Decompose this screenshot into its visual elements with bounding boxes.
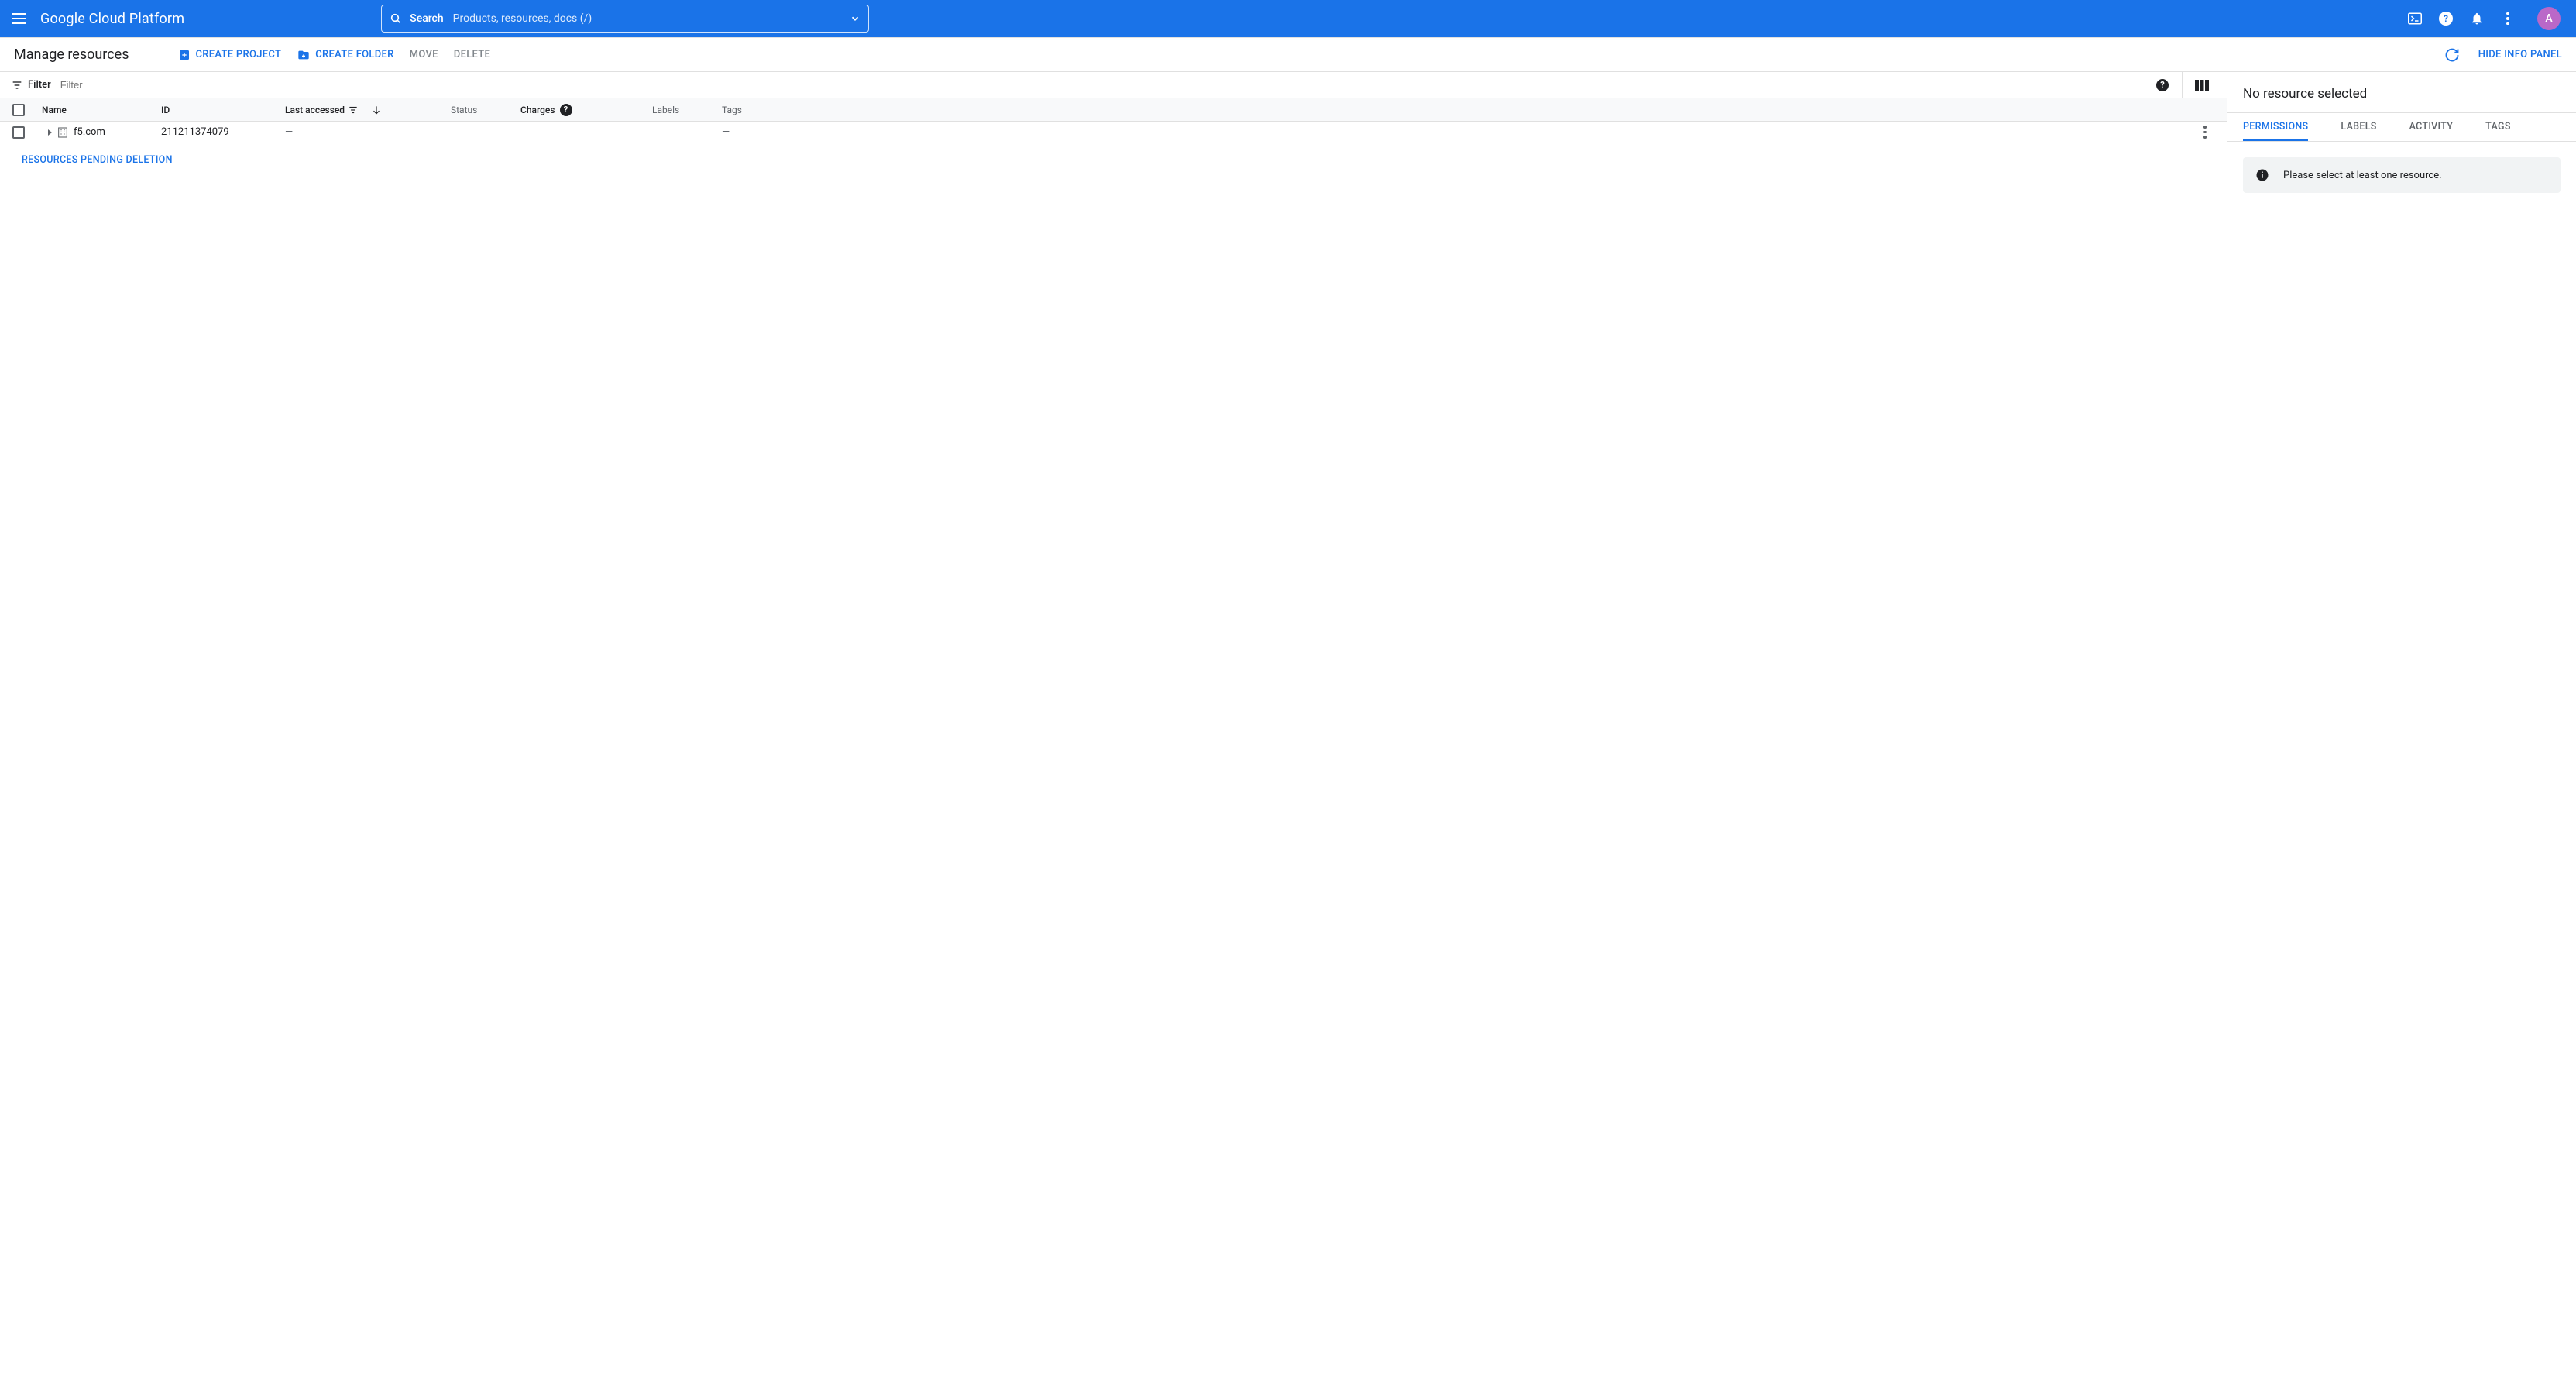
info-panel: No resource selected PERMISSIONS LABELS … <box>2227 72 2576 1378</box>
page-title: Manage resources <box>14 46 129 63</box>
info-icon <box>2255 168 2269 182</box>
tab-permissions[interactable]: PERMISSIONS <box>2243 113 2308 141</box>
search-placeholder: Products, resources, docs (/) <box>453 12 850 25</box>
column-header-name[interactable]: Name <box>42 105 161 115</box>
account-avatar[interactable]: A <box>2537 7 2561 30</box>
row-id: 211211374079 <box>161 126 285 138</box>
filter-text-input[interactable] <box>56 79 2143 91</box>
select-all-checkbox[interactable] <box>12 104 25 116</box>
column-header-id[interactable]: ID <box>161 105 285 115</box>
delete-label: DELETE <box>454 49 490 60</box>
search-icon <box>390 12 402 25</box>
product-logo-text[interactable]: Google Cloud Platform <box>40 11 184 27</box>
content-area: Filter ? Name ID Last accessed <box>0 72 2576 1378</box>
column-header-status[interactable]: Status <box>451 105 520 115</box>
column-header-last-accessed[interactable]: Last accessed <box>285 105 451 115</box>
table-header: Name ID Last accessed Status Charges ? L… <box>0 98 2227 122</box>
filter-label: Filter <box>28 79 51 91</box>
main-panel: Filter ? Name ID Last accessed <box>0 72 2227 1378</box>
search-input[interactable]: Search Products, resources, docs (/) <box>381 5 869 33</box>
info-panel-tabs: PERMISSIONS LABELS ACTIVITY TAGS <box>2227 113 2576 142</box>
search-container: Search Products, resources, docs (/) <box>381 5 869 33</box>
delete-button[interactable]: DELETE <box>446 49 498 60</box>
filter-bar: Filter ? <box>0 72 2227 98</box>
column-header-tags[interactable]: Tags <box>722 105 776 115</box>
col-last-accessed-label: Last accessed <box>285 105 345 115</box>
column-selector-icon[interactable] <box>2182 72 2221 98</box>
filter-icon <box>11 79 23 91</box>
create-folder-label: CREATE FOLDER <box>315 49 393 60</box>
create-folder-button[interactable]: CREATE FOLDER <box>289 48 401 62</box>
filter-list-icon <box>348 105 359 115</box>
tab-tags[interactable]: TAGS <box>2485 113 2511 141</box>
search-label: Search <box>410 12 443 25</box>
create-project-button[interactable]: CREATE PROJECT <box>170 48 290 62</box>
row-last-accessed: — <box>285 126 451 138</box>
global-header: Google Cloud Platform Search Products, r… <box>0 0 2576 37</box>
row-name: f5.com <box>74 126 105 138</box>
more-menu-icon[interactable] <box>2500 11 2516 26</box>
charges-help-icon[interactable]: ? <box>560 104 572 116</box>
organization-icon <box>57 126 69 139</box>
row-actions-menu-icon[interactable] <box>2203 126 2207 139</box>
col-charges-label: Charges <box>520 105 555 115</box>
hamburger-menu-icon[interactable] <box>9 9 28 28</box>
column-header-labels[interactable]: Labels <box>652 105 722 115</box>
tab-activity[interactable]: ACTIVITY <box>2409 113 2454 141</box>
sort-arrow-down-icon <box>371 105 382 115</box>
folder-plus-icon <box>297 48 311 62</box>
chevron-down-icon[interactable] <box>850 13 860 24</box>
row-checkbox[interactable] <box>12 126 25 139</box>
table-row[interactable]: f5.com 211211374079 — — <box>0 122 2227 143</box>
info-message: Please select at least one resource. <box>2283 170 2442 181</box>
refresh-icon[interactable] <box>2444 47 2460 63</box>
info-callout: Please select at least one resource. <box>2243 157 2561 193</box>
notifications-icon[interactable] <box>2469 11 2485 26</box>
cloud-shell-icon[interactable] <box>2407 11 2423 26</box>
filter-help-icon[interactable]: ? <box>2143 72 2182 98</box>
move-button[interactable]: MOVE <box>402 49 446 60</box>
filter-trigger[interactable]: Filter <box>6 79 56 91</box>
header-utility-icons: ? A <box>2407 7 2561 30</box>
info-panel-title: No resource selected <box>2227 72 2576 113</box>
move-label: MOVE <box>410 49 438 60</box>
row-tags: — <box>722 126 776 138</box>
tab-labels[interactable]: LABELS <box>2341 113 2376 141</box>
page-toolbar: Manage resources CREATE PROJECT CREATE F… <box>0 38 2576 72</box>
column-header-charges[interactable]: Charges ? <box>520 104 652 116</box>
plus-box-icon <box>177 48 191 62</box>
create-project-label: CREATE PROJECT <box>196 49 282 60</box>
resources-pending-deletion-link[interactable]: RESOURCES PENDING DELETION <box>0 143 2227 177</box>
help-icon[interactable]: ? <box>2438 11 2454 26</box>
expand-row-icon[interactable] <box>48 129 52 136</box>
hide-info-panel-button[interactable]: HIDE INFO PANEL <box>2478 49 2562 60</box>
